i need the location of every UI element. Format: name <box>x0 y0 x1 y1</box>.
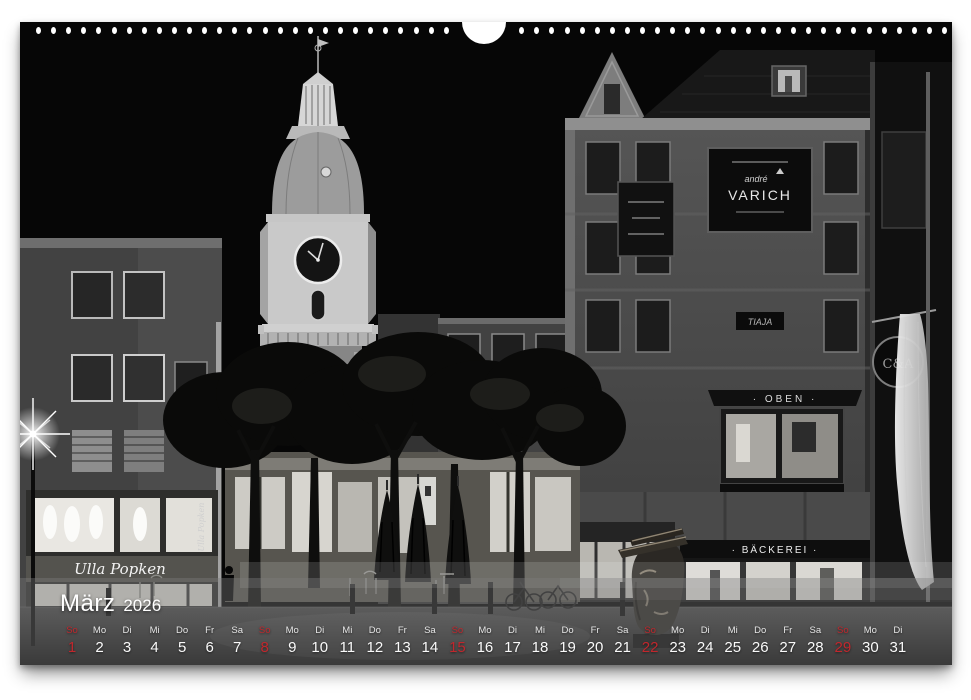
binding-hole <box>610 27 615 34</box>
varich-sign-window: andré VARICH <box>708 148 812 232</box>
ulla-popken-sign: Ulla Popken <box>74 560 166 578</box>
binding-hole <box>640 27 645 34</box>
ulla-popken-corner-sign: Ulla Popken <box>197 503 206 552</box>
month-label: März <box>60 590 115 617</box>
binding-hole <box>323 27 328 34</box>
roof-dormer-window <box>772 66 806 96</box>
binding-hole <box>746 27 751 34</box>
svg-text:· BÄCKEREI ·: · BÄCKEREI · <box>732 544 819 556</box>
corner-building: C&A <box>870 62 952 602</box>
binding-hole <box>338 27 343 34</box>
binding-hole <box>112 27 117 34</box>
binding-hole <box>867 27 872 34</box>
binding-hole <box>882 27 887 34</box>
dome-oculus <box>321 167 331 177</box>
calendar-band: März2026 So1Mo2Di3Mi4Do5Fr6Sa7So8Mo9Di10… <box>20 578 952 665</box>
binding-hole <box>263 27 268 34</box>
page-background: { "calendar": { "month": "März", "year":… <box>0 0 971 700</box>
calendar-sheet: Ulla Popken Ulla Popken <box>20 22 952 665</box>
binding-hole <box>927 27 932 34</box>
calendar-title: März 2026 <box>60 590 161 618</box>
svg-text:andré: andré <box>744 174 767 184</box>
svg-text:· OBEN ·: · OBEN · <box>753 394 818 405</box>
binding-hole <box>414 27 419 34</box>
street-night-photo: Ulla Popken Ulla Popken <box>20 22 952 665</box>
svg-text:TIAJA: TIAJA <box>748 317 773 327</box>
binding-hole <box>293 27 298 34</box>
binding-hole <box>278 27 283 34</box>
binding-hole <box>625 27 630 34</box>
binding-hole <box>187 27 192 34</box>
binding-hole <box>761 27 766 34</box>
date-number: 31 <box>882 639 914 657</box>
svg-text:VARICH: VARICH <box>728 187 792 203</box>
tiaja-sign: TIAJA <box>736 312 784 330</box>
right-building: andré VARICH TIAJA · OBEN · <box>565 50 875 602</box>
binding-hole <box>942 27 947 34</box>
binding-hole <box>565 27 570 34</box>
binding-hole <box>308 27 313 34</box>
binding-hole <box>580 27 585 34</box>
year-label: 2026 <box>123 596 161 615</box>
binding-hole <box>142 27 147 34</box>
binding-hole <box>36 27 41 34</box>
oben-bay: · OBEN · <box>708 390 862 492</box>
binding-hole <box>444 27 449 34</box>
calendar-day: Di 31 <box>882 626 914 657</box>
binding-hole <box>912 27 917 34</box>
binding-hole <box>172 27 177 34</box>
weekday-label: Di <box>882 626 914 636</box>
binding-hole <box>127 27 132 34</box>
binding-hole <box>157 27 162 34</box>
binding-hole <box>791 27 796 34</box>
binding-hole <box>595 27 600 34</box>
binding-hole <box>716 27 721 34</box>
binding-hole <box>776 27 781 34</box>
binding-hole <box>897 27 902 34</box>
binding-hole <box>731 27 736 34</box>
binding-hole <box>429 27 434 34</box>
